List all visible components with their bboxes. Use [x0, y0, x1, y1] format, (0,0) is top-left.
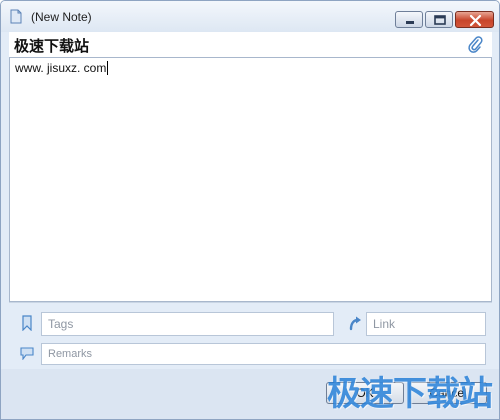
- text-caret: [107, 61, 109, 75]
- bookmark-icon: [22, 315, 32, 331]
- watermark-text: 极速下载站: [327, 374, 493, 414]
- maximize-button[interactable]: [425, 11, 453, 28]
- note-window: (New Note) 极速下载站 www. jisuxz. com Tags L…: [0, 0, 500, 420]
- remarks-placeholder: Remarks: [48, 348, 93, 360]
- minimize-icon: [406, 21, 414, 24]
- remarks-input[interactable]: Remarks: [41, 343, 486, 365]
- link-placeholder: Link: [373, 317, 396, 331]
- maximize-icon: [434, 15, 446, 25]
- tags-placeholder: Tags: [48, 317, 74, 331]
- paperclip-icon[interactable]: [467, 35, 483, 53]
- note-body-editor[interactable]: www. jisuxz. com: [9, 57, 492, 302]
- note-title-bar[interactable]: 极速下载站: [9, 32, 492, 57]
- comment-icon: [20, 347, 34, 360]
- link-arrow-icon: [349, 316, 361, 331]
- minimize-button[interactable]: [395, 11, 423, 28]
- close-icon: [469, 14, 482, 27]
- tags-input[interactable]: Tags: [41, 312, 334, 336]
- link-input[interactable]: Link: [366, 312, 486, 336]
- title-bar[interactable]: (New Note): [1, 1, 499, 32]
- note-title[interactable]: 极速下载站: [14, 35, 89, 56]
- note-body-line: www. jisuxz. com: [15, 61, 109, 75]
- window-title: (New Note): [31, 10, 92, 24]
- close-button[interactable]: [455, 11, 494, 28]
- document-icon: [10, 9, 22, 24]
- divider: [9, 302, 492, 303]
- note-body-text: www. jisuxz. com: [15, 61, 107, 75]
